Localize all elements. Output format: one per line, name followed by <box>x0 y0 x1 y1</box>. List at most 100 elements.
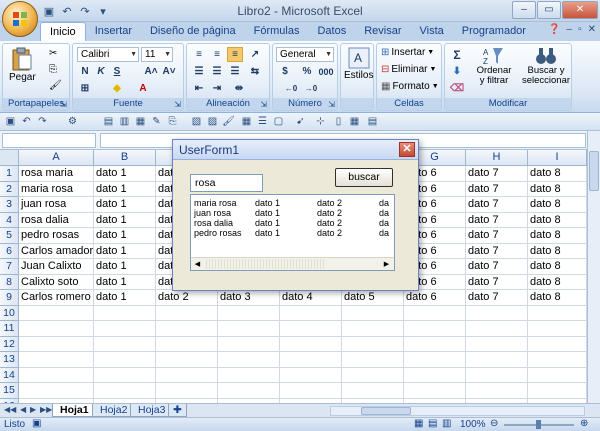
undo-icon[interactable]: ↶ <box>60 4 74 18</box>
tab-diseno-pagina[interactable]: Diseño de página <box>141 22 245 41</box>
tab-formulas[interactable]: Fórmulas <box>245 22 309 41</box>
cell-h5[interactable]: dato 7 <box>466 228 528 244</box>
cell-g11[interactable] <box>404 321 466 337</box>
clear-icon[interactable]: ⌫ <box>449 81 465 96</box>
cell-i12[interactable] <box>528 336 587 352</box>
cell-a1[interactable]: rosa maria <box>19 166 94 182</box>
align-right-icon[interactable]: ☰ <box>227 64 243 79</box>
copy-icon[interactable]: ⎘ <box>49 64 57 75</box>
fill-color-icon[interactable]: ◆ <box>109 81 125 96</box>
close-button[interactable]: ✕ <box>562 1 598 19</box>
cell-i13[interactable] <box>528 352 587 368</box>
cell-f11[interactable] <box>342 321 404 337</box>
cell-b6[interactable]: dato 1 <box>94 243 156 259</box>
normal-view-icon[interactable]: ▦ <box>414 418 423 429</box>
tool-icon[interactable]: ⚙ <box>66 115 79 128</box>
macro-icon[interactable]: ⎘ <box>166 115 179 128</box>
redo-icon[interactable]: ↷ <box>36 115 49 128</box>
customize-qat-icon[interactable]: ▾ <box>96 4 110 18</box>
zoom-in-icon[interactable]: ⊕ <box>580 418 588 429</box>
cell-c9[interactable]: dato 2 <box>156 290 218 306</box>
borders-icon[interactable]: ⊞ <box>77 81 93 96</box>
cell-i2[interactable]: dato 8 <box>528 181 587 197</box>
userform-close-button[interactable]: ✕ <box>399 142 415 157</box>
sheet-tab-hoja3[interactable]: Hoja3 <box>130 404 174 417</box>
cell-e9[interactable]: dato 4 <box>280 290 342 306</box>
results-listbox[interactable]: maria rosa dato 1 dato 2 da juan rosa dato 1d… <box>190 194 395 271</box>
cell-h14[interactable] <box>466 367 528 383</box>
cell-b7[interactable]: dato 1 <box>94 259 156 275</box>
cell-h7[interactable]: dato 7 <box>466 259 528 275</box>
sheet-tab-hoja2[interactable]: Hoja2 <box>92 404 136 417</box>
cell-i3[interactable]: dato 8 <box>528 197 587 213</box>
zoom-slider-thumb[interactable] <box>536 420 541 429</box>
scroll-left-icon[interactable]: ◀ <box>192 259 203 270</box>
cell-h2[interactable]: dato 7 <box>466 181 528 197</box>
cell-d12[interactable] <box>218 336 280 352</box>
cell-i5[interactable]: dato 8 <box>528 228 587 244</box>
wrap-text-icon[interactable]: ⇆ <box>247 64 263 79</box>
form-icon[interactable]: ▥ <box>118 115 131 128</box>
cell-h10[interactable] <box>466 305 528 321</box>
ribbon-minimize-icon[interactable]: – <box>567 24 573 35</box>
listbox-hscrollbar[interactable]: ◀ ▶ <box>191 257 394 270</box>
page-break-icon[interactable]: ▥ <box>442 418 451 429</box>
cell-e12[interactable] <box>280 336 342 352</box>
cell-d9[interactable]: dato 3 <box>218 290 280 306</box>
cell-i8[interactable]: dato 8 <box>528 274 587 290</box>
clipboard-launcher-icon[interactable]: ⇲ <box>60 100 67 109</box>
grid-icon[interactable]: ▦ <box>240 115 253 128</box>
cell-h3[interactable]: dato 7 <box>466 197 528 213</box>
cell-i4[interactable]: dato 8 <box>528 212 587 228</box>
cell-c11[interactable] <box>156 321 218 337</box>
cell-c12[interactable] <box>156 336 218 352</box>
cell-h4[interactable]: dato 7 <box>466 212 528 228</box>
cell-d10[interactable] <box>218 305 280 321</box>
cell-i6[interactable]: dato 8 <box>528 243 587 259</box>
cell-e10[interactable] <box>280 305 342 321</box>
tab-inicio[interactable]: Inicio <box>40 22 86 41</box>
horizontal-scroll-thumb[interactable] <box>361 407 411 415</box>
cell-f14[interactable] <box>342 367 404 383</box>
cell-f12[interactable] <box>342 336 404 352</box>
minimize-button[interactable]: – <box>512 1 536 19</box>
search-input[interactable]: rosa <box>190 174 263 192</box>
cell-g9[interactable]: dato 6 <box>404 290 466 306</box>
cell-f9[interactable]: dato 5 <box>342 290 404 306</box>
page-layout-icon[interactable]: ▤ <box>428 418 437 429</box>
decrease-indent-icon[interactable]: ⇤ <box>191 81 207 96</box>
align-center-icon[interactable]: ☰ <box>209 64 225 79</box>
font-size-select[interactable]: 11 ▼ <box>141 47 173 62</box>
font-name-select[interactable]: Calibri ▼ <box>77 47 139 62</box>
frame-icon[interactable]: ▢ <box>272 115 285 128</box>
sheet-tab-hoja1[interactable]: Hoja1 <box>52 404 97 417</box>
cell-i14[interactable] <box>528 367 587 383</box>
ribbon-restore-icon[interactable]: ▫ <box>578 24 582 35</box>
cell-a12[interactable] <box>19 336 94 352</box>
zoom-out-icon[interactable]: ⊖ <box>490 418 498 429</box>
select-all-button[interactable] <box>0 150 19 166</box>
cell-f10[interactable] <box>342 305 404 321</box>
merge-center-icon[interactable]: ⇹ <box>231 81 247 96</box>
increase-decimal-icon[interactable]: ←0 <box>283 81 299 96</box>
office-button[interactable] <box>2 1 38 37</box>
macro-record-icon[interactable]: ▣ <box>32 418 41 429</box>
view-icon[interactable]: ▤ <box>366 115 379 128</box>
percent-icon[interactable]: % <box>299 64 315 79</box>
cell-a7[interactable]: Juan Calixto <box>19 259 94 275</box>
cell-a6[interactable]: Carlos amador <box>19 243 94 259</box>
cell-c15[interactable] <box>156 383 218 399</box>
save-icon[interactable]: ▣ <box>4 115 17 128</box>
cell-b8[interactable]: dato 1 <box>94 274 156 290</box>
cell-a4[interactable]: rosa dalia <box>19 212 94 228</box>
row-header-8[interactable]: 8 <box>0 274 19 290</box>
column-header-h[interactable]: H <box>466 150 528 166</box>
cell-i9[interactable]: dato 8 <box>528 290 587 306</box>
cell-e11[interactable] <box>280 321 342 337</box>
delete-cells-button[interactable]: ⊟ Eliminar ▼ <box>381 64 436 75</box>
edit-icon[interactable]: ✎ <box>150 115 163 128</box>
ribbon-close-icon[interactable]: ✕ <box>588 24 596 35</box>
insert-cells-button[interactable]: ⊞ Insertar ▼ <box>381 47 434 58</box>
cell-f15[interactable] <box>342 383 404 399</box>
undo-icon[interactable]: ↶ <box>20 115 33 128</box>
